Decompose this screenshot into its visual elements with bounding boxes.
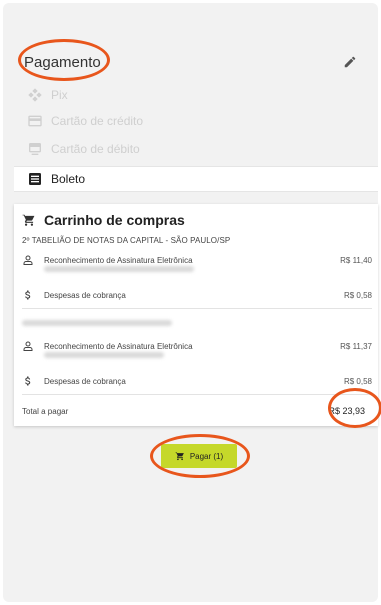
cart-line-item: Despesas de cobrança R$ 0,58	[22, 289, 372, 301]
cart-title: Carrinho de compras	[44, 212, 185, 228]
payment-method-label: Boleto	[51, 172, 86, 186]
cart-header: Carrinho de compras	[22, 212, 185, 228]
payment-method-credit-card[interactable]: Cartão de crédito	[14, 108, 378, 134]
person-badge-icon	[23, 255, 33, 265]
cart-line-item: Despesas de cobrança R$ 0,58	[22, 375, 372, 387]
annotation-circle-title	[18, 39, 110, 81]
payment-method-debit-card[interactable]: Cartão de débito	[14, 136, 378, 162]
cart-icon	[22, 214, 35, 226]
item-price: R$ 11,40	[340, 255, 372, 265]
item-price: R$ 0,58	[343, 290, 372, 300]
credit-card-icon	[28, 115, 42, 127]
payment-method-pix[interactable]: Pix	[14, 82, 378, 108]
payment-method-label: Cartão de débito	[51, 142, 140, 156]
office-name: 2º TABELIÃO DE NOTAS DA CAPITAL - SÃO PA…	[22, 236, 231, 245]
pix-icon	[28, 88, 42, 102]
total-label: Total a pagar	[22, 407, 69, 416]
cart-line-item: Reconhecimento de Assinatura Eletrônica …	[22, 340, 372, 352]
item-description: Despesas de cobrança	[44, 376, 126, 386]
item-price: R$ 11,37	[340, 341, 372, 351]
item-description: Despesas de cobrança	[44, 290, 126, 300]
dollar-icon	[25, 376, 31, 386]
payment-method-label: Pix	[51, 88, 68, 102]
barcode-icon	[29, 173, 41, 185]
group-divider	[22, 308, 372, 309]
redacted-text	[22, 320, 172, 326]
redacted-text	[44, 352, 164, 358]
item-description: Reconhecimento de Assinatura Eletrônica	[44, 341, 193, 351]
item-description: Reconhecimento de Assinatura Eletrônica	[44, 255, 193, 265]
annotation-circle-pay	[150, 434, 250, 478]
item-price: R$ 0,58	[343, 376, 372, 386]
total-divider	[22, 394, 372, 395]
payment-method-boleto[interactable]: Boleto	[14, 166, 378, 192]
debit-card-icon	[29, 143, 41, 155]
dollar-icon	[25, 290, 31, 300]
redacted-text	[44, 266, 194, 272]
person-badge-icon	[23, 341, 33, 351]
pencil-icon[interactable]	[343, 55, 357, 69]
payment-method-label: Cartão de crédito	[51, 114, 144, 128]
cart-line-item: Reconhecimento de Assinatura Eletrônica …	[22, 254, 372, 266]
annotation-circle-total	[328, 388, 381, 428]
